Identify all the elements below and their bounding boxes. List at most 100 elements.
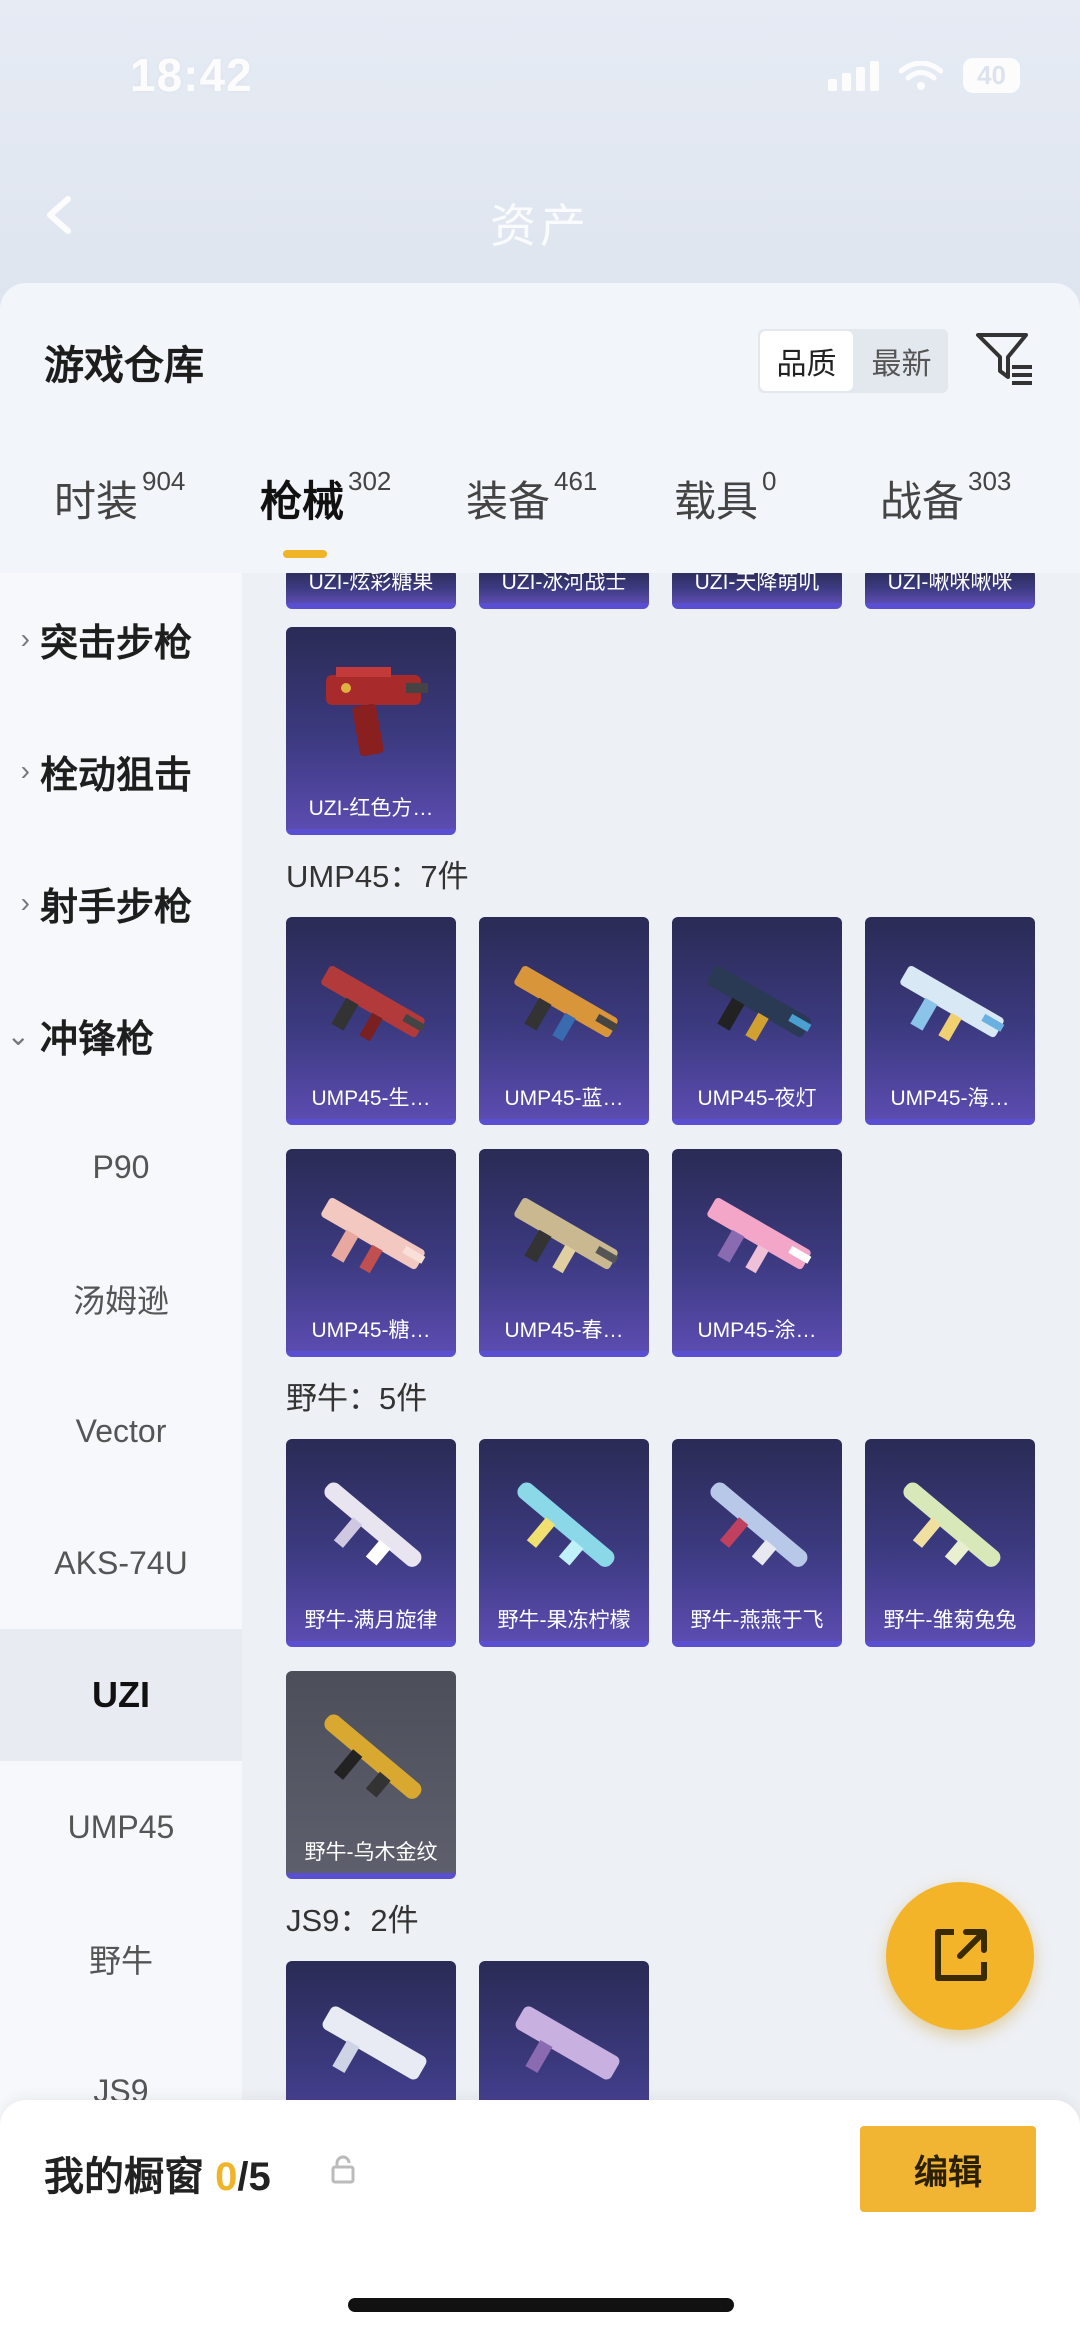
bizon-gun-image — [903, 1482, 1001, 1567]
skin-card[interactable]: UZI-红色方… — [286, 627, 456, 835]
sub-uzi[interactable]: UZI — [0, 1629, 242, 1761]
chevron-right-icon: › — [20, 623, 30, 654]
chevron-down-icon: ⌄ — [6, 1019, 30, 1051]
edit-button[interactable]: 编辑 — [860, 2126, 1036, 2212]
skin-card[interactable]: UMP45-蓝… — [479, 917, 649, 1125]
skin-card[interactable]: UZI-炫彩糖果 — [286, 573, 456, 609]
sub-vector[interactable]: Vector — [0, 1365, 242, 1497]
sub-aks74u[interactable]: AKS-74U — [0, 1497, 242, 1629]
skin-name: UMP45-糖… — [311, 1319, 431, 1342]
js9-gun-image — [515, 2006, 620, 2080]
skin-card[interactable]: UMP45-春… — [479, 1149, 649, 1357]
sub-bizon[interactable]: 野牛 — [0, 1893, 242, 2025]
category-marksman-rifle[interactable]: › 射手步枪 — [0, 837, 242, 969]
tab-firearms[interactable]: 枪械 302 — [260, 466, 392, 529]
active-tab-indicator — [283, 550, 327, 558]
sort-newest-button[interactable]: 最新 — [855, 329, 948, 393]
sheet-title: 游戏仓库 — [44, 344, 204, 388]
tab-vehicles[interactable]: 载具 0 — [674, 466, 777, 529]
category-smg[interactable]: ⌄ 冲锋枪 — [0, 969, 242, 1101]
showcase-title: 我的橱窗 — [44, 2155, 204, 2199]
chevron-right-icon: › — [20, 887, 30, 918]
uzi-gun-image — [326, 667, 428, 757]
chevron-right-icon: › — [20, 755, 30, 786]
skin-card[interactable]: UMP45-海… — [865, 917, 1035, 1125]
section-title-bizon: 野牛：5件 — [286, 1381, 428, 1416]
tab-count: 0 — [762, 466, 777, 496]
sort-quality-button[interactable]: 品质 — [760, 331, 853, 391]
sub-thompson[interactable]: 汤姆逊 — [0, 1233, 242, 1365]
bizon-gun-image — [324, 1714, 422, 1799]
skin-name: 野牛-燕燕于飞 — [690, 1609, 824, 1632]
showcase-count: 0 — [215, 2155, 238, 2199]
tab-supplies[interactable]: 战备 303 — [880, 466, 1012, 529]
skin-name: UZI-天降萌叽 — [694, 573, 820, 594]
tab-count: 302 — [348, 466, 392, 496]
section-title-ump45: UMP45：7件 — [286, 859, 469, 894]
category-bolt-sniper[interactable]: › 栓动狙击 — [0, 705, 242, 837]
status-time: 18:42 — [130, 49, 253, 101]
js9-gun-image — [322, 2006, 427, 2080]
skin-card[interactable]: 野牛-乌木金纹 — [286, 1671, 456, 1879]
skin-name: UZI-啾咪啾咪 — [887, 573, 1013, 594]
skin-name: UMP45-涂… — [697, 1319, 817, 1342]
skin-name: 野牛-满月旋律 — [304, 1609, 438, 1632]
skin-name: 野牛-果冻柠檬 — [497, 1609, 631, 1632]
skin-card[interactable]: UMP45-涂… — [672, 1149, 842, 1357]
skin-name: UMP45-海… — [890, 1087, 1010, 1110]
bizon-gun-image — [517, 1482, 615, 1567]
skin-name: UMP45-生… — [311, 1087, 431, 1110]
lock-icon — [331, 2155, 355, 2184]
ump45-gun-image — [707, 1197, 812, 1274]
tab-label: 战备 — [880, 478, 965, 525]
category-tabs: 时装 904 枪械 302 装备 461 载具 0 战备 303 — [0, 466, 1080, 563]
skin-card[interactable]: UZI-冰河战士 — [479, 573, 649, 609]
category-assault-rifle[interactable]: › 突击步枪 — [0, 573, 242, 705]
filter-icon[interactable] — [972, 325, 1036, 389]
ump45-gun-image — [514, 965, 619, 1042]
showcase-total: /5 — [237, 2155, 271, 2199]
skin-card[interactable]: UZI-天降萌叽 — [672, 573, 842, 609]
skin-card[interactable]: UMP45-生… — [286, 917, 456, 1125]
tab-count: 461 — [554, 466, 598, 496]
tab-label: 时装 — [54, 478, 139, 525]
ump45-gun-image — [321, 1197, 426, 1274]
share-icon — [935, 1929, 987, 1981]
tab-label: 装备 — [466, 478, 551, 525]
category-label: 突击步枪 — [40, 622, 193, 665]
header-title: 资产 — [490, 200, 590, 252]
skin-name: UMP45-蓝… — [504, 1087, 624, 1110]
skin-name: UMP45-夜灯 — [697, 1087, 817, 1110]
home-indicator — [348, 2298, 734, 2312]
ump45-gun-image — [321, 965, 426, 1042]
skin-card[interactable]: 野牛-果冻柠檬 — [479, 1439, 649, 1647]
skin-name: UZI-红色方… — [308, 797, 434, 820]
top-header: 18:42 40 资产 — [0, 0, 1080, 300]
skin-card[interactable]: UMP45-夜灯 — [672, 917, 842, 1125]
sub-p90[interactable]: P90 — [0, 1101, 242, 1233]
tab-count: 303 — [968, 466, 1012, 496]
tab-outfits[interactable]: 时装 904 — [54, 466, 186, 529]
tab-count: 904 — [142, 466, 186, 496]
category-label: 冲锋枪 — [40, 1018, 155, 1061]
skin-card[interactable]: UZI-啾咪啾咪 — [865, 573, 1035, 609]
skin-name: UMP45-春… — [504, 1319, 624, 1342]
wifi-icon — [899, 60, 944, 90]
tab-equipment[interactable]: 装备 461 — [466, 466, 598, 529]
skin-card[interactable]: UMP45-糖… — [286, 1149, 456, 1357]
category-label: 栓动狙击 — [40, 754, 193, 797]
inventory-sheet: 游戏仓库 品质 最新 时装 904 枪械 302 装备 461 载具 0 战备 … — [0, 283, 1080, 2341]
weapon-grid: UZI-炫彩糖果 UZI-冰河战士 UZI-天降萌叽 UZI-啾咪啾咪 UZI-… — [242, 573, 1080, 2341]
bizon-gun-image — [710, 1482, 808, 1567]
bizon-gun-image — [324, 1482, 422, 1567]
ump45-gun-image — [707, 965, 812, 1042]
sub-ump45[interactable]: UMP45 — [0, 1761, 242, 1893]
skin-card[interactable]: 野牛-满月旋律 — [286, 1439, 456, 1647]
ump45-gun-image — [900, 965, 1005, 1042]
section-title-js9: JS9：2件 — [286, 1903, 419, 1938]
weapon-category-sidebar: › 突击步枪 › 栓动狙击 › 射手步枪 ⌄ 冲锋枪 P90 汤姆逊 Vecto… — [0, 573, 242, 2341]
share-button[interactable] — [886, 1882, 1034, 2030]
skin-card[interactable]: 野牛-燕燕于飞 — [672, 1439, 842, 1647]
category-label: 射手步枪 — [40, 886, 193, 929]
skin-card[interactable]: 野牛-雏菊兔兔 — [865, 1439, 1035, 1647]
